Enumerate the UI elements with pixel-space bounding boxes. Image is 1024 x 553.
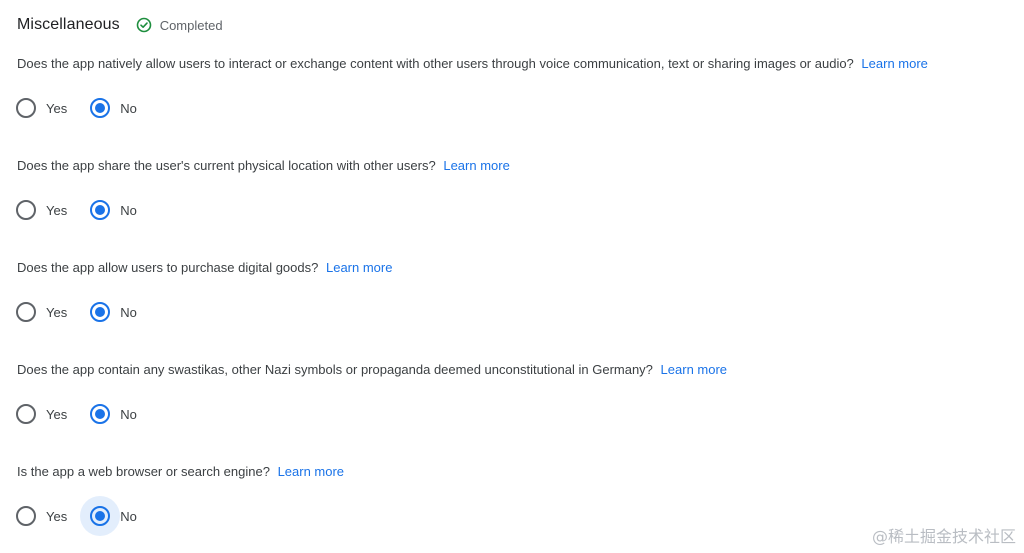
option-label: No xyxy=(120,304,137,320)
option-yes[interactable]: Yes xyxy=(16,200,67,220)
radio-no[interactable] xyxy=(90,98,111,118)
question-5: Is the app a web browser or search engin… xyxy=(17,463,344,481)
option-label: No xyxy=(120,406,137,422)
learn-more-link[interactable]: Learn more xyxy=(443,158,509,173)
option-label: Yes xyxy=(46,508,68,524)
option-yes[interactable]: Yes xyxy=(16,404,67,424)
question-text: Is the app a web browser or search engin… xyxy=(17,464,270,479)
question-2: Does the app share the user's current ph… xyxy=(17,157,510,175)
option-yes[interactable]: Yes xyxy=(16,506,67,526)
option-yes[interactable]: Yes xyxy=(16,98,67,118)
radio-no[interactable] xyxy=(90,404,111,424)
option-label: Yes xyxy=(46,406,68,422)
question-text: Does the app allow users to purchase dig… xyxy=(17,260,319,275)
radio-yes[interactable] xyxy=(16,200,36,220)
option-label: Yes xyxy=(46,202,68,218)
learn-more-link[interactable]: Learn more xyxy=(661,362,727,377)
option-label: No xyxy=(120,100,137,116)
option-no[interactable]: No xyxy=(80,496,137,536)
question-text: Does the app natively allow users to int… xyxy=(17,56,854,71)
question-5-options: Yes No xyxy=(16,496,137,536)
option-label: No xyxy=(120,508,137,524)
question-3-options: Yes No xyxy=(16,300,137,324)
question-text: Does the app share the user's current ph… xyxy=(17,158,436,173)
radio-no[interactable] xyxy=(90,200,111,220)
radio-no[interactable] xyxy=(90,302,111,322)
section-header: Miscellaneous Completed xyxy=(17,14,223,36)
option-label: No xyxy=(120,202,137,218)
section-title: Miscellaneous xyxy=(17,16,120,33)
option-no[interactable]: No xyxy=(90,302,137,322)
radio-no[interactable] xyxy=(80,496,121,536)
option-no[interactable]: No xyxy=(90,200,137,220)
focus-halo xyxy=(80,496,121,536)
option-no[interactable]: No xyxy=(90,98,137,118)
status-badge: Completed xyxy=(136,17,223,33)
check-circle-icon xyxy=(136,17,151,33)
option-no[interactable]: No xyxy=(90,404,137,424)
option-label: Yes xyxy=(46,100,68,116)
question-1-options: Yes No xyxy=(16,96,137,120)
option-label: Yes xyxy=(46,304,68,320)
radio-yes[interactable] xyxy=(16,404,36,424)
question-3: Does the app allow users to purchase dig… xyxy=(17,259,392,277)
radio-yes[interactable] xyxy=(16,302,36,322)
watermark: @稀土掘金技术社区 xyxy=(871,527,1016,546)
status-text: Completed xyxy=(159,17,223,33)
question-2-options: Yes No xyxy=(16,198,137,222)
learn-more-link[interactable]: Learn more xyxy=(278,464,344,479)
question-4-options: Yes No xyxy=(16,402,137,426)
option-yes[interactable]: Yes xyxy=(16,302,67,322)
question-4: Does the app contain any swastikas, othe… xyxy=(17,361,727,379)
learn-more-link[interactable]: Learn more xyxy=(861,56,927,71)
learn-more-link[interactable]: Learn more xyxy=(326,260,392,275)
radio-yes[interactable] xyxy=(16,506,36,526)
question-text: Does the app contain any swastikas, othe… xyxy=(17,362,653,377)
radio-yes[interactable] xyxy=(16,98,36,118)
question-1: Does the app natively allow users to int… xyxy=(17,55,928,73)
